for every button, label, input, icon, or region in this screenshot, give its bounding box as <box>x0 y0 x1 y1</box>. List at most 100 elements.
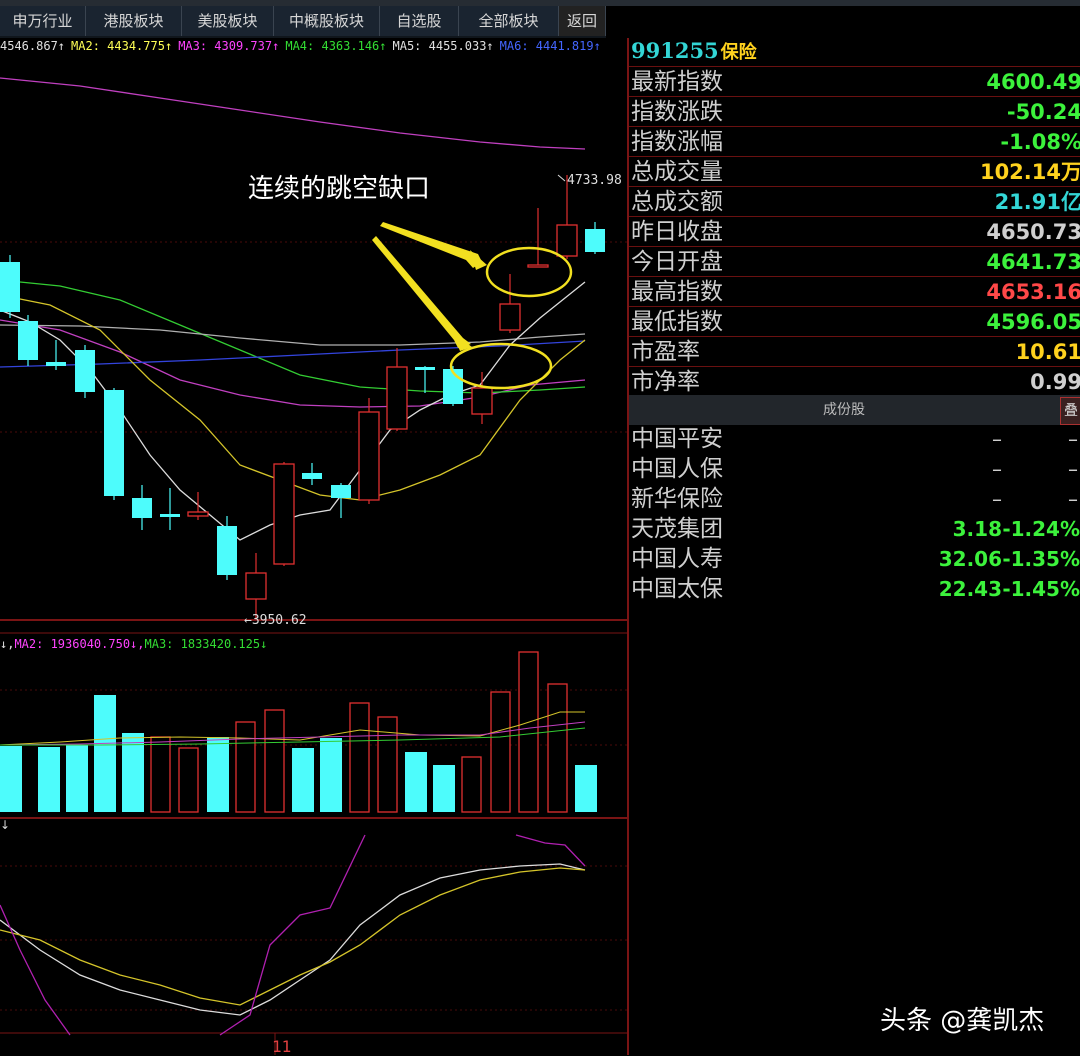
volume-bar-up <box>150 736 171 813</box>
indicator-line-white <box>0 863 586 1016</box>
constituent-price: – <box>992 427 1002 451</box>
stat-value: 4653.16 <box>986 280 1080 304</box>
candle-down <box>302 473 322 479</box>
constituent-row[interactable]: 中国人保 – – <box>629 454 1080 484</box>
volume-bar-up <box>547 683 568 813</box>
stat-row: 总成交额 21.91亿 <box>629 186 1080 217</box>
high-price-label: 4733.98 <box>567 173 622 188</box>
candle-up <box>556 224 578 257</box>
ma-line-gray <box>0 324 586 346</box>
volume-ma-item-1: MA2: 1936040.750↓, <box>14 637 145 651</box>
candle-down <box>104 390 124 496</box>
candle-down <box>132 498 152 518</box>
stat-value: 4596.05 <box>986 310 1080 334</box>
candle-down <box>217 526 237 575</box>
index-name: 保险 <box>720 42 757 63</box>
constituent-change: -1.24% <box>1002 517 1080 541</box>
candle-up <box>471 387 493 415</box>
stat-value: 21.91亿 <box>994 190 1080 214</box>
stat-row: 总成交量 102.14万 <box>629 156 1080 187</box>
candle-up <box>245 572 267 600</box>
volume-bar-down <box>433 765 455 812</box>
volume-bar-down <box>66 745 88 812</box>
stat-row: 指数涨跌 -50.24 <box>629 96 1080 127</box>
stat-value: 4650.73 <box>986 220 1080 244</box>
chart-annotation: 连续的跳空缺口 <box>248 174 431 204</box>
index-code: 991255 <box>631 38 719 63</box>
constituent-change: -1.35% <box>1002 547 1080 571</box>
stat-label: 总成交额 <box>631 189 723 215</box>
date-axis-label: 11 <box>272 1037 292 1056</box>
constituent-name: 中国人保 <box>631 456 723 482</box>
ratio-value: 0.99 <box>1030 370 1080 394</box>
stat-label: 指数涨幅 <box>631 129 723 155</box>
volume-bar-down <box>207 737 229 812</box>
constituent-name: 新华保险 <box>631 486 723 512</box>
stat-label: 昨日收盘 <box>631 219 723 245</box>
volume-bar-up <box>349 702 370 813</box>
constituents-header: 成份股 叠 <box>629 395 1080 425</box>
constituent-name: 中国人寿 <box>631 546 723 572</box>
ratio-value: 10.61 <box>1015 340 1080 364</box>
indicator-legend-mark: ↓ <box>0 818 11 832</box>
volume-bar-up <box>264 709 285 813</box>
constituent-row[interactable]: 中国太保 22.43 -1.45% <box>629 574 1080 604</box>
volume-bar-down <box>575 765 597 812</box>
stat-value: 102.14万 <box>979 160 1080 184</box>
constituent-row[interactable]: 新华保险 – – <box>629 484 1080 514</box>
indicator-line-magenta <box>515 834 586 867</box>
candle-down <box>160 514 180 517</box>
volume-ma-item-2: MA3: 1833420.125↓ <box>144 637 268 651</box>
constituent-change: – <box>1068 427 1078 451</box>
overlay-button[interactable]: 叠 <box>1060 397 1080 425</box>
stat-row: 昨日收盘 4650.73 <box>629 216 1080 247</box>
constituent-change: – <box>1068 457 1078 481</box>
candle-up <box>527 264 549 268</box>
constituent-price: 3.18 <box>952 517 1002 541</box>
candle-down <box>415 367 435 370</box>
volume-ma-legend: ↓,MA2: 1936040.750↓,MA3: 1833420.125↓ <box>0 637 267 651</box>
constituent-row[interactable]: 中国平安 – – <box>629 424 1080 454</box>
stat-value: -50.24 <box>1006 100 1080 124</box>
stat-label: 今日开盘 <box>631 249 723 275</box>
stat-label: 最低指数 <box>631 309 723 335</box>
volume-ma-item-0: ↓, <box>0 637 15 651</box>
stat-label: 最高指数 <box>631 279 723 305</box>
candle-down <box>585 229 605 252</box>
constituent-row[interactable]: 中国人寿 32.06 -1.35% <box>629 544 1080 574</box>
constituent-price: – <box>992 487 1002 511</box>
index-header: 991255 保险 <box>631 38 757 64</box>
stat-label: 总成交量 <box>631 159 723 185</box>
volume-bar-up <box>518 651 539 813</box>
volume-bar-down <box>38 747 60 812</box>
constituent-name: 天茂集团 <box>631 516 723 542</box>
constituent-row[interactable]: 天茂集团 3.18 -1.24% <box>629 514 1080 544</box>
ratio-row: 市净率 0.99 <box>629 366 1080 397</box>
candle-up <box>273 463 295 565</box>
candle-up <box>187 511 209 517</box>
watermark: 头条 @龚凯杰 <box>880 1006 1045 1036</box>
volume-bar-up <box>178 747 199 813</box>
stat-row: 指数涨幅 -1.08% <box>629 126 1080 157</box>
volume-bar-down <box>292 748 314 812</box>
constituent-price: 22.43 <box>938 577 1002 601</box>
indicator-line-magenta <box>0 904 71 1036</box>
candle-up <box>358 411 380 501</box>
tab-bar-blank <box>606 6 1080 38</box>
ma-line-magenta-long <box>0 77 586 150</box>
stat-row: 最新指数 4600.49 <box>629 66 1080 97</box>
constituent-change: – <box>1068 487 1078 511</box>
stat-row: 最高指数 4653.16 <box>629 276 1080 307</box>
constituent-price: 32.06 <box>938 547 1002 571</box>
indicator-line-magenta <box>219 834 366 1036</box>
low-price-label: ←3950.62 <box>244 613 307 628</box>
stat-label: 最新指数 <box>631 69 723 95</box>
kline-chart[interactable] <box>0 0 627 1055</box>
volume-bar-up <box>461 756 482 813</box>
ratio-label: 市盈率 <box>631 339 700 365</box>
candle-down <box>331 485 351 498</box>
high-pointer <box>557 174 566 182</box>
stat-label: 指数涨跌 <box>631 99 723 125</box>
constituent-name: 中国太保 <box>631 576 723 602</box>
stat-value: 4600.49 <box>986 70 1080 94</box>
